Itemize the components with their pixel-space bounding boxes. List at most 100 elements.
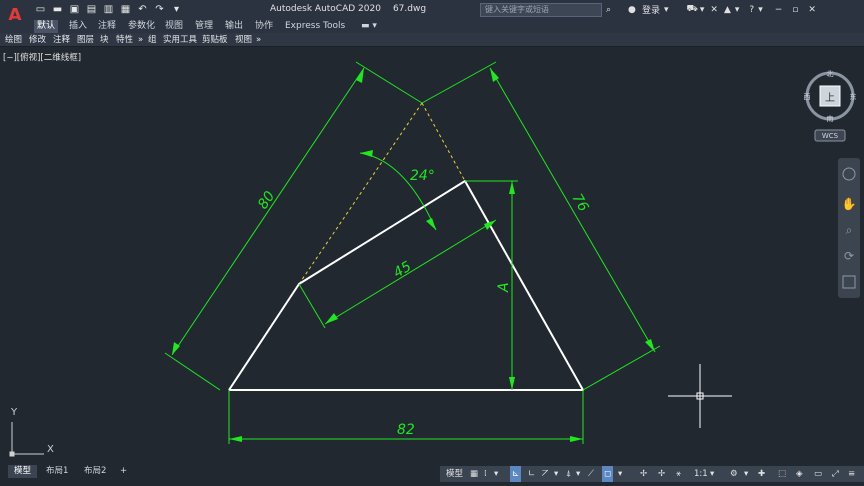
panel-block[interactable]: 块 (98, 34, 111, 46)
ribbon-toggle-icon[interactable]: ▬ ▾ (358, 20, 380, 33)
annotation-visibility-icon[interactable]: ✢ (640, 466, 647, 482)
plot-icon[interactable]: ▦ (119, 3, 132, 16)
dim-24-arc (359, 152, 437, 231)
panel-properties-arrow-icon[interactable]: » (136, 34, 145, 46)
drawing-canvas[interactable]: 80 76 24° 45 A 82 Y X (0, 0, 864, 486)
isolate-objects-icon[interactable]: ▭ (814, 466, 822, 482)
login-dropdown-icon[interactable]: ▾ (664, 5, 669, 15)
ribbon-tabs: 默认 插入 注释 参数化 视图 管理 输出 协作 Express Tools ▬… (0, 20, 864, 33)
object-snap-icon[interactable]: ◻ (602, 466, 614, 482)
tab-collaborate[interactable]: 协作 (252, 20, 276, 33)
tab-default[interactable]: 默认 (34, 20, 59, 33)
layout-tab-model[interactable]: 模型 (8, 465, 38, 478)
steering-wheel-icon[interactable] (842, 167, 856, 181)
tab-parametric[interactable]: 参数化 (125, 20, 158, 33)
tab-view[interactable]: 视图 (162, 20, 186, 33)
qat-dropdown-icon[interactable]: ▾ (170, 3, 183, 16)
dim-80-line (171, 67, 365, 356)
cart-dropdown-icon[interactable]: ▾ (700, 5, 705, 15)
polar-dropdown-icon[interactable]: ▾ (554, 466, 558, 482)
add-layout-button[interactable]: + (114, 465, 133, 478)
object-snap-tracking-icon[interactable]: ⟋ (588, 466, 594, 482)
panel-clipboard[interactable]: 剪贴板 (200, 34, 230, 46)
panel-modify[interactable]: 修改 (27, 34, 48, 46)
tab-express-tools[interactable]: Express Tools (282, 20, 348, 33)
hidden-line-left (298, 102, 423, 285)
ucs-x-label: X (47, 444, 54, 455)
grid-icon[interactable]: ▦ (470, 466, 478, 482)
isodraft-icon[interactable]: ⍋ (566, 466, 571, 482)
dim-76-line (489, 67, 656, 353)
publish-icon[interactable]: ▥ (102, 3, 115, 16)
dim-82-arrow-right (570, 436, 583, 442)
a360-icon[interactable]: ✕ (710, 5, 718, 15)
object-snap-dropdown-icon[interactable]: ▾ (618, 466, 622, 482)
panel-view[interactable]: 视图 (233, 34, 254, 46)
open-file-icon[interactable]: ▬ (51, 3, 64, 16)
dim-45-line (324, 219, 497, 325)
viewcube-face-label: 上 (825, 92, 835, 104)
compass-east[interactable]: 东 (850, 92, 857, 101)
part-polygon (228, 180, 584, 391)
panel-draw[interactable]: 绘图 (3, 34, 24, 46)
orbit-icon[interactable]: ⟳ (844, 249, 854, 263)
polar-icon[interactable]: ⦢ (542, 466, 549, 482)
tab-output[interactable]: 输出 (222, 20, 246, 33)
isodraft-dropdown-icon[interactable]: ▾ (576, 466, 580, 482)
user-icon[interactable]: ● (628, 5, 640, 15)
panel-view-arrow-icon[interactable]: » (254, 34, 263, 46)
panel-groups[interactable]: 组 (146, 34, 159, 46)
compass-south[interactable]: 南 (827, 114, 834, 123)
tab-annotate[interactable]: 注释 (95, 20, 119, 33)
save-as-icon[interactable]: ▤ (85, 3, 98, 16)
snap-dropdown-icon[interactable]: ▾ (494, 466, 498, 482)
save-icon[interactable]: ▣ (68, 3, 81, 16)
annotation-monitor-icon[interactable]: ✚ (758, 466, 765, 482)
tab-insert[interactable]: 插入 (66, 20, 90, 33)
infer-constraints-icon[interactable]: ⊾ (510, 466, 522, 482)
layout-tab-2[interactable]: 布局2 (78, 465, 112, 478)
quick-properties-icon[interactable]: ◈ (796, 466, 803, 482)
dim-76-extension-bottom (582, 345, 661, 391)
scale-dropdown-icon[interactable]: ▾ (710, 466, 714, 482)
panel-properties[interactable]: 特性 (114, 34, 135, 46)
fullscreen-icon[interactable]: ⤢ (832, 466, 839, 482)
help-icon[interactable]: ? (749, 5, 754, 15)
showmotion-icon[interactable] (842, 275, 856, 289)
maximize-icon[interactable]: ▫ (792, 5, 798, 15)
redo-icon[interactable]: ↷ (153, 3, 166, 16)
minimize-icon[interactable]: − (775, 5, 783, 15)
annotation-scale-icon[interactable]: ⚹ (676, 466, 681, 482)
cart-icon[interactable]: ⛟ (687, 4, 698, 15)
zoom-icon[interactable]: ⌕ (846, 223, 853, 237)
panel-utilities[interactable]: 实用工具 (161, 34, 199, 46)
viewport-controls[interactable]: [−][俯视][二维线框] (3, 51, 81, 63)
login-button[interactable]: 登录 (642, 3, 660, 16)
layout-tab-1[interactable]: 布局1 (40, 465, 74, 478)
tab-manage[interactable]: 管理 (192, 20, 216, 33)
model-space-button[interactable]: 模型 (446, 466, 463, 482)
help-dropdown-icon[interactable]: ▾ (758, 5, 763, 15)
viewcube[interactable]: 上 北 南 西 东 WCS (800, 66, 860, 146)
panel-layers[interactable]: 图层 (75, 34, 96, 46)
compass-west[interactable]: 西 (804, 93, 811, 101)
autoscale-icon[interactable]: ✢ (658, 466, 665, 482)
dimension-arrows (172, 68, 655, 442)
workspace-dropdown-icon[interactable]: ▾ (744, 466, 748, 482)
snap-icon[interactable]: ⁞ (484, 466, 487, 482)
share-dropdown-icon[interactable]: ▾ (735, 5, 740, 15)
binoculars-icon[interactable]: ⌕ (606, 5, 620, 15)
ortho-icon[interactable]: ∟ (528, 466, 535, 482)
search-input[interactable]: 键入关键字或短语 (480, 3, 602, 17)
new-file-icon[interactable]: ▭ (34, 3, 47, 16)
compass-north[interactable]: 北 (827, 70, 834, 78)
share-icon[interactable]: ▲ (724, 5, 731, 15)
close-icon[interactable]: ✕ (808, 5, 816, 15)
units-icon[interactable]: ⬚ (778, 466, 786, 482)
pan-icon[interactable]: ✋ (842, 197, 857, 211)
customization-icon[interactable]: ≡ (848, 466, 855, 482)
undo-icon[interactable]: ↶ (136, 3, 149, 16)
workspace-gear-icon[interactable]: ⚙ (730, 466, 738, 482)
panel-annotate[interactable]: 注释 (51, 34, 72, 46)
annotation-scale-label[interactable]: 1:1 (694, 466, 708, 482)
